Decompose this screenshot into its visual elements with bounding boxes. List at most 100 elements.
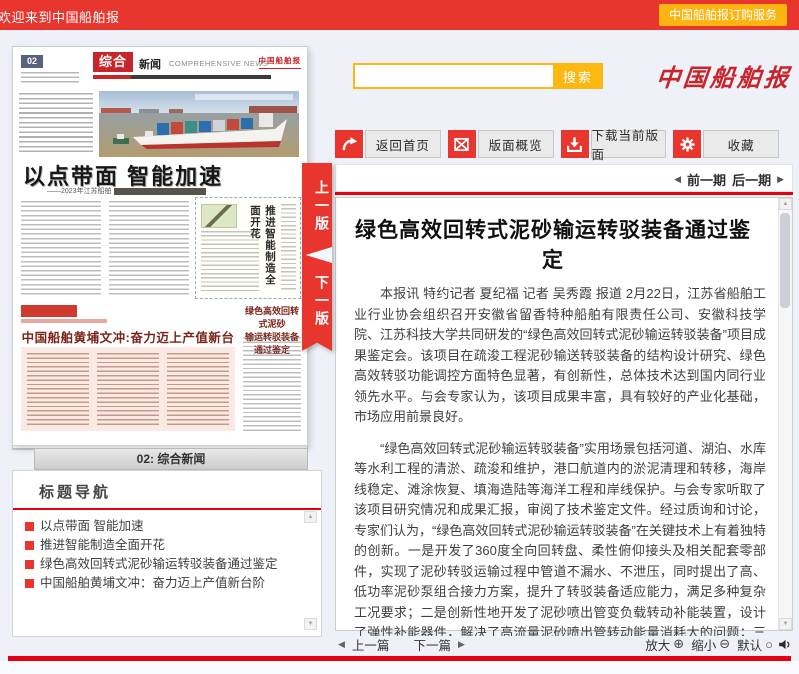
red-bullet-icon (25, 579, 34, 588)
subscribe-button[interactable]: 中国船舶报订购服务 (659, 4, 787, 26)
highlighted-article-block (21, 347, 235, 431)
subheadline-text: ——2023年江苏船舶 (47, 188, 112, 195)
scrollbar-thumb[interactable] (780, 213, 790, 308)
intro-text-lines (19, 93, 93, 155)
welcome-text: 欢迎来到中国船舶报 (0, 7, 120, 26)
section-rule (93, 75, 271, 79)
section-english: COMPREHENSIVE NEWS (169, 59, 268, 68)
section-subtitle: 新闻 (139, 56, 161, 72)
reset-size-button[interactable]: 默认 (737, 635, 762, 654)
article-scrollbar[interactable]: ▲ ▼ (778, 198, 792, 630)
next-issue-link[interactable]: 后一期 (732, 170, 771, 189)
red-bullet-icon (25, 541, 34, 550)
page-overview-button[interactable]: 版面概览 (448, 130, 554, 158)
page-tabs: 上一版 下一版 (302, 163, 332, 351)
article-column-lines (97, 353, 159, 425)
article-column-lines (21, 201, 101, 297)
subheadline-highlight (114, 188, 206, 195)
red-rule (335, 192, 793, 195)
favorite-button[interactable]: 收藏 (673, 130, 779, 158)
boxed-article-image (201, 204, 237, 228)
nav-panel-rule (13, 508, 321, 510)
zoom-in-button[interactable]: 放大 (645, 635, 670, 654)
nav-item-label: 中国船舶黄埔文冲：奋力迈上产值新台阶 (40, 576, 265, 590)
nav-item-label: 绿色高效回转式泥砂输运转驳装备通过鉴定 (40, 557, 278, 571)
page-overview-icon (448, 130, 476, 158)
article-title: 绿色高效回转式泥砂输运转驳装备通过鉴定 (352, 214, 754, 274)
article-column-lines (27, 353, 89, 425)
tab-notch (302, 247, 332, 263)
site-logo: 中国船舶报 (654, 58, 794, 93)
previous-issue-link[interactable]: 前一期 (687, 170, 726, 189)
top-bar: 欢迎来到中国船舶报 中国船舶报订购服务 (0, 0, 799, 30)
text-size-controls: 放大 ⊕ 缩小 ⊖ 默认 ○ (645, 635, 792, 654)
article-column-lines (109, 201, 189, 297)
tab-notch-wedge (302, 247, 332, 263)
toolbar: 返回首页 版面概览 下载当前版面 收藏 (335, 130, 779, 158)
boxed-article-vertical-headline: 推进智能制造全面开花 (248, 205, 278, 293)
article-body: 本报讯 特约记者 夏纪福 记者 吴秀霞 报道 2月22日，江苏省船舶工业行业协会… (354, 284, 766, 636)
zoom-out-icon[interactable]: ⊖ (719, 636, 730, 652)
scroll-up-icon[interactable]: ▲ (304, 511, 317, 523)
page-caption: 02: 综合新闻 (34, 448, 308, 470)
scroll-down-icon[interactable]: ▼ (304, 618, 317, 630)
column-label-badge (21, 305, 77, 317)
search-button[interactable]: 搜索 (553, 63, 603, 89)
return-home-icon (335, 130, 363, 158)
nav-item-label: 推进智能制造全面开花 (40, 538, 165, 552)
zoom-out-button[interactable]: 缩小 (691, 635, 716, 654)
nav-item[interactable]: 以点带面 智能加速 (25, 517, 295, 536)
masthead-logo: 中国船舶报 (259, 55, 302, 69)
title-navigation-panel: 标题导航 以点带面 智能加速 推进智能制造全面开花 绿色高效回转式泥砂输运转驳装… (12, 470, 322, 637)
boxed-article-lines (281, 204, 296, 292)
section-badge: 综合 (93, 52, 133, 72)
nav-list: 以点带面 智能加速 推进智能制造全面开花 绿色高效回转式泥砂输运转驳装备通过鉴定… (25, 517, 295, 593)
boxed-article: 推进智能制造全面开花 (195, 197, 301, 299)
newspaper-page-thumbnail[interactable]: 02 综合 新闻 COMPREHENSIVE NEWS 中国船舶报 (12, 46, 308, 446)
nav-item[interactable]: 推进智能制造全面开花 (25, 536, 295, 555)
masthead-date-lines (21, 72, 79, 84)
return-home-button[interactable]: 返回首页 (335, 130, 441, 158)
nav-panel-title: 标题导航 (13, 471, 321, 508)
thumbnail-subheadline: ——2023年江苏船舶 (47, 186, 206, 196)
next-issue-arrow-icon[interactable]: ▶ (777, 174, 784, 185)
article-column-lines (167, 353, 229, 425)
nav-scrollbar[interactable]: ▲ ▼ (304, 511, 317, 630)
side-title-line1: 绿色高效回转式泥砂 (243, 305, 301, 331)
ship-photo (99, 91, 299, 157)
article-paragraph: “绿色高效回转式泥砂输运转驳装备”实用场景包括河道、湖泊、水库等水利工程的清淤、… (354, 439, 766, 637)
return-home-label: 返回首页 (365, 130, 441, 158)
zoom-in-icon[interactable]: ⊕ (673, 636, 684, 652)
page-number-badge: 02 (21, 55, 43, 68)
previous-page-tab[interactable]: 上一版 (302, 163, 332, 247)
article-prev-next: ◀ 上一篇 下一篇 ▶ (338, 635, 465, 654)
gear-icon (673, 130, 701, 158)
article-paragraph: 本报讯 特约记者 夏纪福 记者 吴秀霞 报道 2月22日，江苏省船舶工业行业协会… (354, 284, 766, 428)
search-input[interactable] (353, 63, 557, 89)
previous-issue-arrow-icon[interactable]: ◀ (674, 174, 681, 185)
download-page-button[interactable]: 下载当前版面 (561, 130, 667, 158)
ship-photo-graphic (99, 91, 299, 157)
download-page-label: 下载当前版面 (591, 130, 667, 158)
previous-article-link[interactable]: 上一篇 (352, 635, 390, 654)
article-footer: ◀ 上一篇 下一篇 ▶ 放大 ⊕ 缩小 ⊖ 默认 ○ (338, 634, 792, 654)
nav-item[interactable]: 绿色高效回转式泥砂输运转驳装备通过鉴定 (25, 555, 295, 574)
next-article-link[interactable]: 下一篇 (413, 635, 451, 654)
speaker-icon[interactable] (778, 638, 792, 651)
bottom-strip (0, 661, 799, 674)
scroll-up-icon[interactable]: ▲ (779, 198, 792, 210)
scroll-down-icon[interactable]: ▼ (779, 618, 792, 630)
favorite-label: 收藏 (703, 130, 779, 158)
next-article-arrow-icon[interactable]: ▶ (458, 639, 465, 650)
article-panel: 绿色高效回转式泥砂输运转驳装备通过鉴定 本报讯 特约记者 夏纪福 记者 吴秀霞 … (335, 197, 793, 631)
page-overview-label: 版面概览 (478, 130, 554, 158)
previous-article-arrow-icon[interactable]: ◀ (338, 639, 345, 650)
nav-item[interactable]: 中国船舶黄埔文冲：奋力迈上产值新台阶 (25, 574, 295, 593)
tab-tail (302, 337, 332, 351)
reset-size-icon[interactable]: ○ (765, 637, 773, 652)
article-column-lines (243, 337, 301, 431)
red-bullet-icon (25, 522, 34, 531)
nav-item-label: 以点带面 智能加速 (40, 519, 143, 533)
next-page-tab[interactable]: 下一版 (302, 263, 332, 337)
issue-panel: ◀ 前一期 后一期 ▶ (335, 164, 793, 192)
